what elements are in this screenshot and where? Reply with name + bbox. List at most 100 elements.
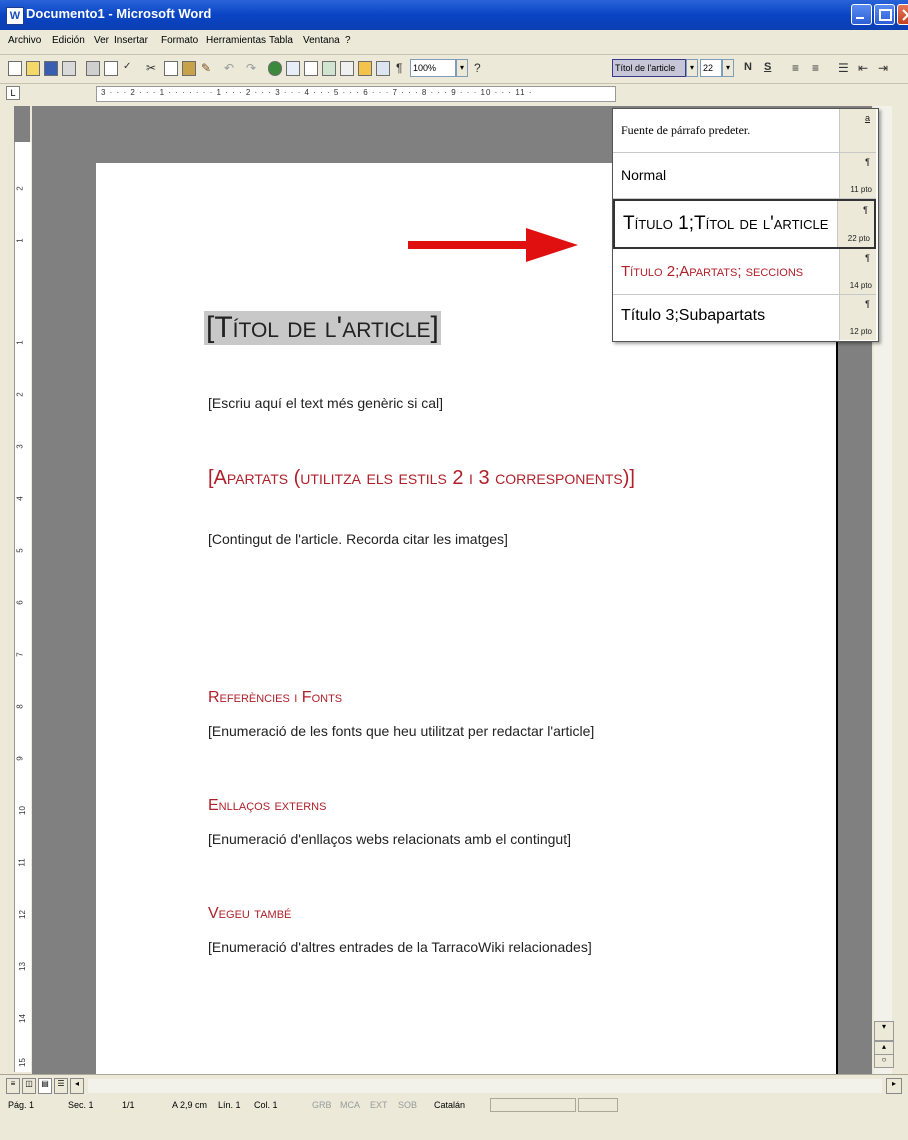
references-heading[interactable]: Referències i Fonts <box>208 689 342 707</box>
window-title: Documento1 - Microsoft Word <box>26 6 212 21</box>
vruler-number: 6 <box>15 600 25 605</box>
scroll-right-icon[interactable]: ▸ <box>886 1078 902 1094</box>
print-layout-icon[interactable]: ▤ <box>38 1078 52 1094</box>
scroll-down-icon[interactable]: ▾ <box>874 1021 894 1041</box>
menu-herramientas[interactable]: Herramientas <box>206 35 266 46</box>
print-preview-icon[interactable] <box>104 61 118 76</box>
format-painter-icon[interactable]: ✎ <box>201 61 211 75</box>
insert-excel-icon[interactable] <box>322 61 336 76</box>
menu-archivo[interactable]: Archivo <box>8 35 41 46</box>
see-also-heading[interactable]: Vegeu també <box>208 905 291 923</box>
horizontal-scroll-row[interactable]: ≡ ◫ ▤ ☰ ◂ ▸ <box>0 1074 908 1097</box>
section-body[interactable]: [Contingut de l'article. Recorda citar l… <box>208 531 508 547</box>
web-layout-icon[interactable]: ◫ <box>22 1078 36 1094</box>
scroll-left-icon[interactable]: ◂ <box>70 1078 84 1094</box>
style-dropdown-arrow-icon[interactable]: ▾ <box>686 59 698 77</box>
vruler-number: 4 <box>15 496 25 501</box>
save-icon[interactable] <box>44 61 58 76</box>
style-dropdown-list[interactable]: Fuente de párrafo predeter. a Normal ¶ 1… <box>612 108 879 342</box>
horizontal-ruler[interactable]: 3 · · · 2 · · · 1 · · · · · · · 1 · · · … <box>96 86 616 102</box>
paragraph-style-icon: ¶ <box>863 205 868 215</box>
tables-borders-icon[interactable] <box>286 61 300 76</box>
chevron-down-icon[interactable]: ▾ <box>456 59 468 77</box>
style-select[interactable]: Títol de l'article <box>612 59 686 77</box>
style-option-side: ¶ 12 pto <box>839 295 876 340</box>
status-extend-selection[interactable]: EXT <box>370 1100 388 1110</box>
new-document-icon[interactable] <box>8 61 22 76</box>
permission-icon[interactable] <box>62 61 76 76</box>
menu-formato[interactable]: Formato <box>161 35 198 46</box>
columns-icon[interactable] <box>340 61 354 76</box>
font-size-select[interactable]: 22 <box>700 59 722 77</box>
status-track-changes[interactable]: MCA <box>340 1100 360 1110</box>
browse-object-icon[interactable]: ○ <box>874 1054 894 1068</box>
normal-view-icon[interactable]: ≡ <box>6 1078 20 1094</box>
status-line: Lín. 1 <box>218 1100 241 1110</box>
menu-ventana[interactable]: Ventana <box>303 35 340 46</box>
help-icon[interactable]: ? <box>474 61 481 75</box>
copy-icon[interactable] <box>164 61 178 76</box>
menu-help[interactable]: ? <box>345 35 351 46</box>
see-also-body[interactable]: [Enumeració d'altres entrades de la Tarr… <box>208 939 592 955</box>
redo-icon[interactable]: ↷ <box>246 61 256 75</box>
font-size-arrow-icon[interactable]: ▾ <box>722 59 734 77</box>
drawing-icon[interactable] <box>358 61 372 76</box>
outline-view-icon[interactable]: ☰ <box>54 1078 68 1094</box>
status-macro-record[interactable]: GRB <box>312 1100 332 1110</box>
document-map-icon[interactable] <box>376 61 390 76</box>
maximize-button[interactable] <box>874 4 895 25</box>
menu-ver[interactable]: Ver <box>94 35 109 46</box>
minimize-button[interactable] <box>851 4 872 25</box>
style-option-default-font[interactable]: Fuente de párrafo predeter. a <box>613 109 876 153</box>
bold-button[interactable]: N <box>744 61 752 73</box>
status-section: Sec. 1 <box>68 1100 94 1110</box>
style-option-label: Título 1;Títol de l'article <box>623 213 829 234</box>
bullets-icon[interactable]: ☰ <box>838 61 849 75</box>
style-option-side: a <box>839 109 876 152</box>
style-option-size: 11 pto <box>850 185 872 194</box>
references-body[interactable]: [Enumeració de les fonts que heu utilitz… <box>208 723 594 739</box>
vruler-number: 2 <box>15 186 25 191</box>
underline-button[interactable]: S <box>764 61 771 73</box>
external-links-heading[interactable]: Enllaços externs <box>208 797 326 815</box>
vruler-number: 2 <box>15 392 25 397</box>
vertical-ruler[interactable]: 2 1 1 2 3 4 5 6 7 8 9 10 11 12 13 14 15 <box>0 106 32 1076</box>
increase-indent-icon[interactable]: ⇥ <box>878 61 888 75</box>
menu-edicion[interactable]: Edición <box>52 35 85 46</box>
style-option-heading-3[interactable]: Título 3;Subapartats ¶ 12 pto <box>613 295 876 340</box>
intro-text[interactable]: [Escriu aquí el text més genèric si cal] <box>208 395 443 411</box>
vertical-ruler-strip <box>14 142 31 1072</box>
horizontal-scroll-track[interactable] <box>88 1079 882 1093</box>
status-position: A 2,9 cm <box>172 1100 208 1110</box>
menu-tabla[interactable]: Tabla <box>269 35 293 46</box>
article-title[interactable]: [Títol de l'article] <box>204 311 441 345</box>
paste-icon[interactable] <box>182 61 196 76</box>
style-option-label: Título 3;Subapartats <box>621 307 766 324</box>
status-overtype[interactable]: SOB <box>398 1100 417 1110</box>
section-heading[interactable]: [Apartats (utilitza els estils 2 i 3 cor… <box>208 467 635 490</box>
style-option-heading-2[interactable]: Título 2;Apartats; seccions ¶ 14 pto <box>613 249 876 295</box>
external-links-body[interactable]: [Enumeració d'enllaços webs relacionats … <box>208 831 571 847</box>
decrease-indent-icon[interactable]: ⇤ <box>858 61 868 75</box>
style-option-label: Fuente de párrafo predeter. <box>621 123 751 137</box>
tab-stop-selector[interactable]: L <box>6 86 20 100</box>
spelling-icon[interactable]: ✓ <box>123 61 131 72</box>
insert-table-icon[interactable] <box>304 61 318 76</box>
menu-insertar[interactable]: Insertar <box>114 35 148 46</box>
title-bar[interactable]: W Documento1 - Microsoft Word <box>0 0 908 30</box>
paragraph-style-icon: ¶ <box>865 157 870 167</box>
status-language[interactable]: Catalán <box>434 1100 465 1110</box>
open-folder-icon[interactable] <box>26 61 40 76</box>
undo-icon[interactable]: ↶ <box>224 61 234 75</box>
align-center-icon[interactable]: ≡ <box>812 61 819 75</box>
previous-page-icon[interactable]: ▴ <box>874 1041 894 1055</box>
show-formatting-icon[interactable]: ¶ <box>396 61 402 75</box>
close-button[interactable] <box>897 4 908 25</box>
cut-icon[interactable]: ✂ <box>146 61 156 75</box>
hyperlink-icon[interactable] <box>268 61 282 76</box>
style-option-normal[interactable]: Normal ¶ 11 pto <box>613 153 876 199</box>
align-justify-icon[interactable]: ≡ <box>792 61 799 75</box>
print-icon[interactable] <box>86 61 100 76</box>
zoom-select[interactable]: 100% <box>410 59 456 77</box>
style-option-heading-1[interactable]: Título 1;Títol de l'article ¶ 22 pto <box>613 199 876 249</box>
